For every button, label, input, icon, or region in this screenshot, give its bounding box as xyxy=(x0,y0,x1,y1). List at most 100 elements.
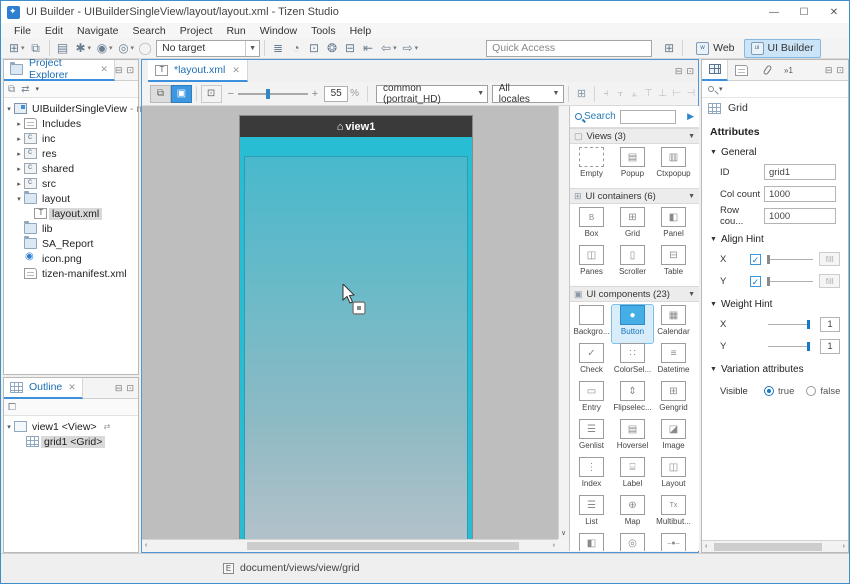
align-center-icon[interactable]: ⫟ xyxy=(613,88,627,99)
link-editor-icon[interactable]: ⇄ xyxy=(21,84,29,95)
tree-row-project[interactable]: ▾UIBuilderSingleView - mobile-4.0 xyxy=(4,101,138,116)
align-y-slider-thumb[interactable] xyxy=(767,277,770,286)
project-explorer-minimize-icon[interactable]: ⊟ xyxy=(115,65,123,76)
palette-item-popup[interactable]: ▤Popup xyxy=(612,147,653,185)
target-combo[interactable]: No target ▼ xyxy=(156,40,260,57)
target-combo-arrow-icon[interactable]: ▼ xyxy=(245,41,259,56)
new-project-dropdown-icon[interactable]: ▾ xyxy=(21,44,25,52)
scroll-right-icon[interactable]: › xyxy=(553,542,555,549)
palette-item-check[interactable]: ✓Check xyxy=(571,343,612,381)
radio-false-icon[interactable] xyxy=(806,386,816,396)
palette-item-grid[interactable]: ⊞Grid xyxy=(612,207,653,245)
project-explorer-maximize-icon[interactable]: ⊡ xyxy=(126,65,134,76)
palette-item-panes[interactable]: ◫Panes xyxy=(571,245,612,283)
weight-x-input[interactable] xyxy=(820,317,840,332)
weight-y-slider-thumb[interactable] xyxy=(807,342,810,351)
attributes-horizontal-scrollbar[interactable]: ‹ › xyxy=(702,540,848,552)
maximize-button[interactable]: ☐ xyxy=(789,1,819,23)
pin-icon[interactable] xyxy=(708,86,714,92)
menu-file[interactable]: File xyxy=(7,25,38,37)
close-button[interactable]: ✕ xyxy=(819,1,849,23)
certificate-manager-icon[interactable]: ❂ xyxy=(323,39,341,57)
palette-section-containers[interactable]: ⊞ UI containers (6) ▼ xyxy=(570,188,699,204)
zoom-out-icon[interactable]: − xyxy=(228,88,234,100)
menu-run[interactable]: Run xyxy=(219,25,252,37)
zoom-slider-thumb[interactable] xyxy=(266,89,270,99)
quick-access-input[interactable] xyxy=(486,40,652,57)
palette-item-flipselector[interactable]: ⇕Flipselec... xyxy=(612,381,653,419)
scrollbar-thumb[interactable] xyxy=(714,543,822,551)
open-perspective-icon[interactable]: ⊞ xyxy=(660,39,678,57)
tree-row-layout-xml[interactable]: layout.xml xyxy=(4,206,138,221)
palette-item-ctxpopup[interactable]: ▥Ctxpopup xyxy=(653,147,694,185)
expander-icon[interactable]: ▸ xyxy=(14,150,24,158)
last-edit-location-icon[interactable]: ⇤ xyxy=(359,39,377,57)
palette-item-box[interactable]: BBox xyxy=(571,207,612,245)
palette-section-components[interactable]: ▣ UI components (23) ▼ xyxy=(570,286,699,302)
palette-item-datetime[interactable]: ≡Datetime xyxy=(653,343,694,381)
radio-true-icon[interactable] xyxy=(764,386,774,396)
expander-icon[interactable]: ▾ xyxy=(14,195,24,203)
editor-tab-close-icon[interactable]: ✕ xyxy=(232,65,240,76)
palette-item-empty[interactable]: Empty xyxy=(571,147,612,185)
id-input[interactable] xyxy=(764,164,836,180)
tree-row-sa-report[interactable]: SA_Report xyxy=(4,236,138,251)
view-menu-icon[interactable]: ▾ xyxy=(36,85,40,93)
menu-help[interactable]: Help xyxy=(343,25,379,37)
menu-edit[interactable]: Edit xyxy=(38,25,70,37)
weight-y-slider[interactable] xyxy=(768,346,810,347)
palette-section-views[interactable]: ▢ Views (3) ▼ xyxy=(570,128,699,144)
canvas-vertical-scrollbar[interactable]: ∨ xyxy=(558,106,569,539)
palette-item-calendar[interactable]: ▦Calendar xyxy=(653,305,694,343)
menu-project[interactable]: Project xyxy=(173,25,220,37)
palette-item-button[interactable]: ●Button xyxy=(612,305,653,343)
scrollbar-thumb[interactable] xyxy=(247,542,519,550)
align-x-slider[interactable] xyxy=(767,259,813,260)
visible-false-option[interactable]: false xyxy=(806,386,840,397)
tree-row-res[interactable]: ▸res xyxy=(4,146,138,161)
tree-row-src[interactable]: ▸src xyxy=(4,176,138,191)
col-count-input[interactable] xyxy=(764,186,836,202)
editor-tab-layout-xml[interactable]: *layout.xml ✕ xyxy=(148,60,248,82)
grid-settings-icon[interactable]: ⊞ xyxy=(577,87,586,100)
locale-combo-arrow-icon[interactable]: ▼ xyxy=(549,90,563,97)
section-align-hint[interactable]: ▼Align Hint xyxy=(702,227,848,248)
menu-window[interactable]: Window xyxy=(253,25,304,37)
preview-mode-button[interactable]: ▣ xyxy=(171,85,192,103)
device-manager-icon[interactable]: ⊟ xyxy=(341,39,359,57)
outline-filter-icon[interactable]: ⧠ xyxy=(8,402,16,413)
align-top-icon[interactable]: ⊤ xyxy=(641,88,655,99)
section-weight-hint[interactable]: ▼Weight Hint xyxy=(702,292,848,313)
palette-item-background[interactable]: Backgro... xyxy=(571,305,612,343)
zoom-slider[interactable] xyxy=(238,93,308,95)
align-right-icon[interactable]: ⫠ xyxy=(627,88,641,99)
collapse-icon[interactable]: ▼ xyxy=(688,291,695,298)
align-x-slider-thumb[interactable] xyxy=(767,255,770,264)
minimize-button[interactable]: — xyxy=(759,1,789,23)
forward-dropdown-icon[interactable]: ▾ xyxy=(415,44,419,52)
palette-item-multibuttonentry[interactable]: TxMultibut... xyxy=(653,495,694,533)
perspective-web-button[interactable]: w Web xyxy=(689,39,741,58)
collapse-all-icon[interactable]: ⧉ xyxy=(8,84,15,95)
palette-item-hoversel[interactable]: ▤Hoversel xyxy=(612,419,653,457)
section-variation[interactable]: ▼Variation attributes xyxy=(702,357,848,378)
section-general[interactable]: ▼General xyxy=(702,140,848,161)
design-canvas[interactable]: ⌂view1 xyxy=(142,106,558,539)
expander-icon[interactable]: ▸ xyxy=(14,165,24,173)
palette-item-list[interactable]: ☰List xyxy=(571,495,612,533)
tree-row-shared[interactable]: ▸shared xyxy=(4,161,138,176)
align-y-slider[interactable] xyxy=(767,281,813,282)
palette-item-scroller[interactable]: ▯Scroller xyxy=(612,245,653,283)
tab-attributes[interactable] xyxy=(702,60,728,81)
tree-row-layout[interactable]: ▾layout xyxy=(4,191,138,206)
expander-icon[interactable]: ▾ xyxy=(4,423,14,431)
tab-resources[interactable] xyxy=(754,60,780,81)
distribute-icon[interactable]: ⊣ xyxy=(684,88,698,99)
palette-item-slider[interactable]: –●–Slider xyxy=(653,533,694,551)
debug-dropdown-icon[interactable]: ▾ xyxy=(88,44,92,52)
align-middle-icon[interactable]: ⊥ xyxy=(656,88,670,99)
tree-row-icon-png[interactable]: icon.png xyxy=(4,251,138,266)
launch-config-icon[interactable]: ≣ xyxy=(269,39,287,57)
palette-item-label[interactable]: ⌸Label xyxy=(612,457,653,495)
perspective-ui-builder-button[interactable]: ui UI Builder xyxy=(744,39,821,58)
